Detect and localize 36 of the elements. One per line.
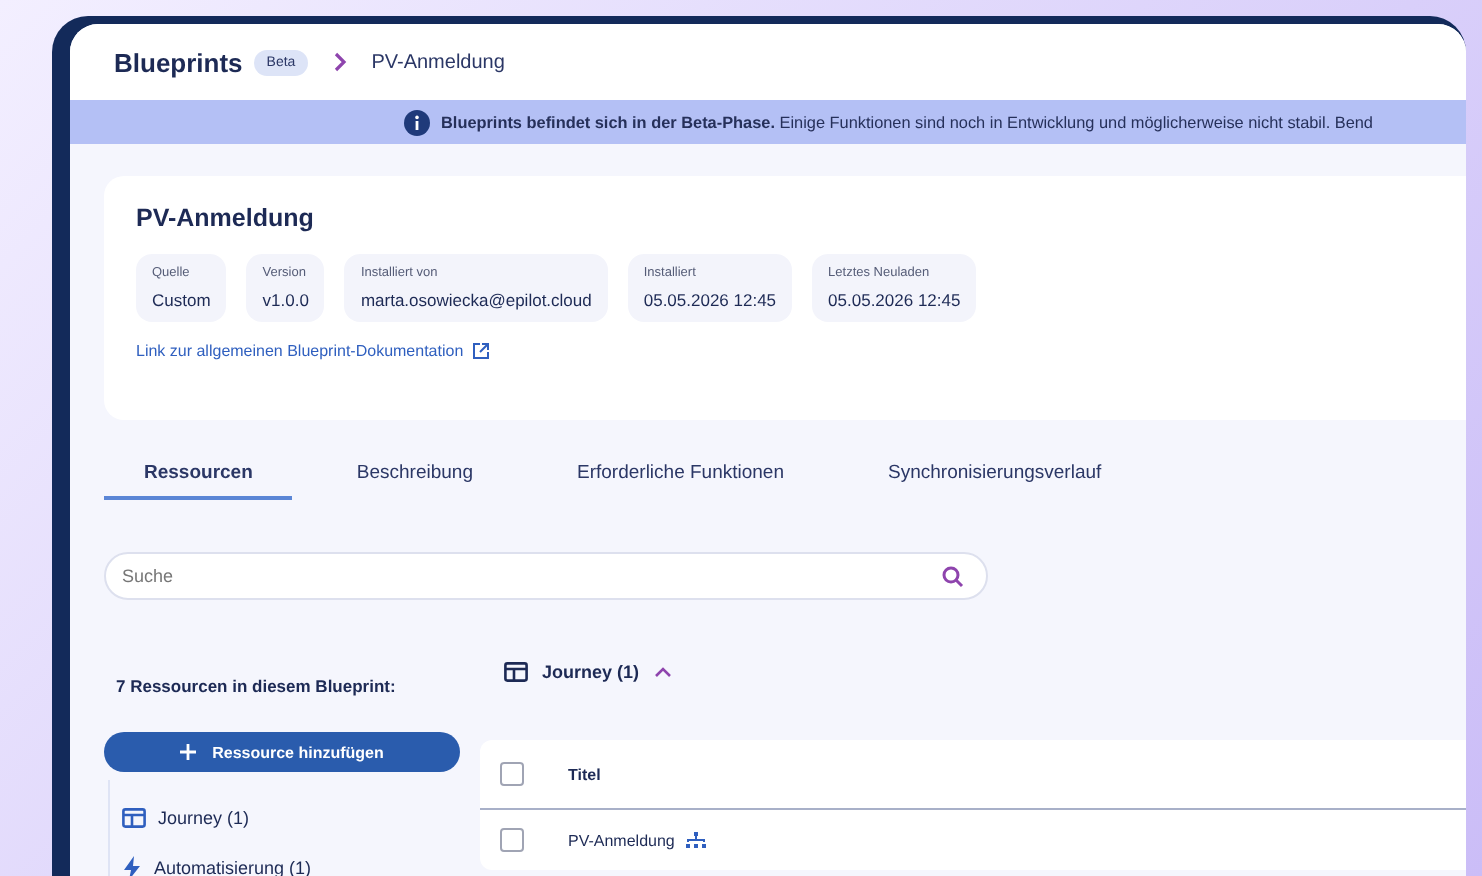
group-title: Journey (1) xyxy=(542,662,640,682)
page-title: Blueprints xyxy=(114,47,243,77)
chevron-icon[interactable] xyxy=(653,666,672,678)
breadcrumb: PV-Anmeldung xyxy=(371,51,505,73)
sidebar-label: Automatisierung (1) xyxy=(154,857,312,876)
plus-icon xyxy=(180,744,197,760)
field-value: 05.05.2026 12:45 xyxy=(828,290,961,310)
external-link-icon xyxy=(471,342,490,360)
field-value: 05.05.2026 12:45 xyxy=(643,290,777,310)
tab[interactable]: Beschreibung xyxy=(316,448,513,500)
add-resource-button[interactable]: Ressource hinzufügen xyxy=(104,732,460,772)
checkbox[interactable] xyxy=(500,828,524,852)
field-value: Custom xyxy=(152,290,211,310)
search-field[interactable]: Suche xyxy=(104,552,988,600)
window-icon xyxy=(122,807,146,827)
column-header: Titel xyxy=(568,765,601,783)
documentation-link[interactable]: Link zur allgemeinen Blueprint-Dokumentation xyxy=(136,342,464,360)
lightning-icon xyxy=(122,855,142,876)
field-value: marta.osowiecka@epilot.cloud xyxy=(360,290,592,310)
window-icon xyxy=(504,662,528,682)
resource-count: 7 Ressourcen in diesem Blueprint: xyxy=(116,676,398,696)
tab[interactable]: Erforderliche Funktionen xyxy=(537,448,824,500)
search-icon xyxy=(942,565,964,587)
banner-text: Blueprints befindet sich in der Beta-Phase. Einige Funktionen sind noch in Entwicklung und möglicherweise nicht stabil. Bend xyxy=(441,113,1373,131)
chevron-right-icon xyxy=(331,52,348,72)
sidebar-item[interactable]: Journey (1) xyxy=(122,792,460,842)
checkbox[interactable] xyxy=(500,762,524,786)
info-icon xyxy=(403,109,429,135)
card-title: PV-Anmeldung xyxy=(136,204,316,232)
hierarchy-icon xyxy=(686,832,707,848)
sidebar-label: Journey (1) xyxy=(158,807,250,827)
tab[interactable]: Synchronisierungsverlauf xyxy=(848,448,1142,500)
sidebar-item[interactable]: Automatisierung (1) xyxy=(122,842,460,876)
tab[interactable]: Ressourcen xyxy=(104,448,293,500)
table-cell: PV-Anmeldung xyxy=(568,831,675,849)
field-value: v1.0.0 xyxy=(262,290,309,310)
